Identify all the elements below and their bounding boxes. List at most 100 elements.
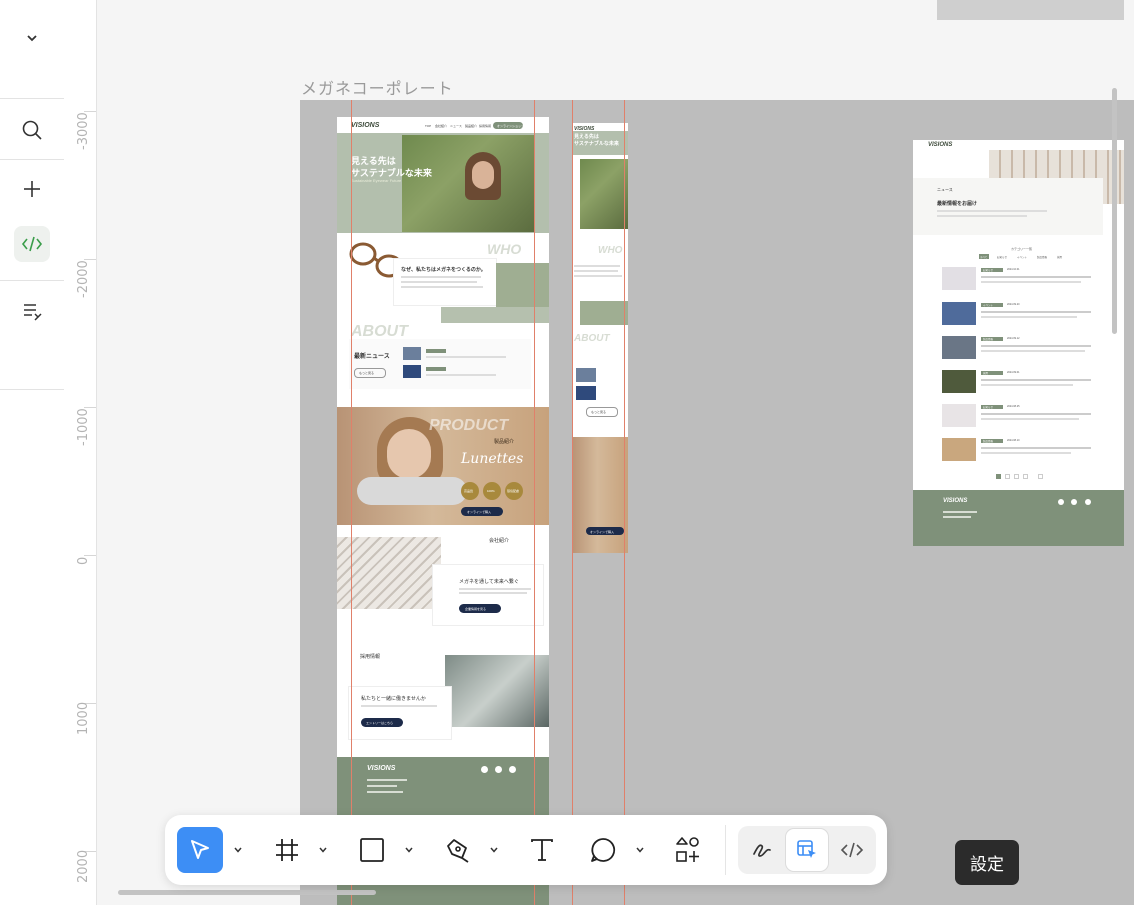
mock-logo: VISIONS — [351, 122, 380, 129]
mock-text-line — [981, 447, 1091, 449]
mock-nav-item: ニュース — [450, 124, 462, 128]
divider — [0, 280, 64, 281]
actions-tool-icon[interactable] — [665, 827, 711, 873]
mock-text-line — [361, 705, 437, 707]
mock-company-card — [433, 565, 543, 625]
mock-text-line — [981, 281, 1081, 283]
mock-news-item-date: 2024.08.25 — [1007, 405, 1020, 408]
mock-news-tab: 採用 — [1057, 256, 1063, 259]
ruler-label: 1000 — [76, 701, 91, 735]
ruler-label: -2000 — [76, 260, 91, 298]
mock-product-person-face — [387, 429, 431, 479]
offscreen-frame[interactable] — [937, 0, 1124, 20]
mock-news-item-date: 2024.10.01 — [1007, 268, 1020, 271]
frame-tool-icon[interactable] — [264, 827, 310, 873]
mock-about-heading: なぜ、私たちはメガネをつくるのか。 — [401, 267, 486, 273]
frame-title[interactable]: メガネコーポレート — [301, 75, 454, 99]
mock-text-line — [943, 516, 971, 518]
mock-mobile-about-photo — [580, 301, 628, 325]
mock-news-page-heading: 最新情報をお届け — [937, 201, 978, 207]
artboard-frame[interactable]: VISIONS TOP 会社紹介 ニュース 製品紹介 採用情報 オンラインショッ… — [300, 100, 1134, 905]
mock-text-line — [367, 785, 397, 787]
mock-text-line — [943, 511, 977, 513]
mock-who-label: WHO — [487, 241, 522, 257]
mock-mobile-shop-button-label: オンラインで購入 — [590, 530, 615, 534]
mock-news-footer-logo: VISIONS — [943, 498, 968, 504]
layout-guide-line — [572, 100, 573, 905]
pen-tool-icon[interactable] — [435, 827, 481, 873]
pen-tool-chevron-down-icon[interactable] — [487, 843, 501, 857]
text-tool-icon[interactable] — [519, 827, 565, 873]
news-page-mockup[interactable]: VISIONS ニュース 最新情報をお届け カテゴリー一覧 すべて お知らせ イ… — [913, 140, 1124, 546]
vertical-scrollbar[interactable] — [1112, 88, 1117, 334]
mock-news-thumb — [403, 365, 421, 378]
mock-text-line — [367, 791, 403, 793]
toolbar-divider — [725, 825, 726, 875]
ruler-label: 2000 — [76, 849, 91, 883]
mock-product-label: PRODUCT — [429, 417, 509, 434]
dev-mode-code-icon[interactable] — [831, 829, 873, 871]
move-tool-chevron-down-icon[interactable] — [231, 843, 245, 857]
mock-product-person-sweater — [357, 477, 467, 505]
mock-news-tab: お知らせ — [997, 256, 1007, 259]
mock-recruit-label: 採用情報 — [360, 654, 381, 660]
mock-product-section-label: 製品紹介 — [494, 439, 515, 445]
mock-text-line — [981, 418, 1079, 420]
mock-nav-cta-label: オンラインショップ — [497, 124, 525, 128]
layout-guide-line — [534, 100, 535, 905]
mock-news-section — [349, 339, 531, 389]
left-toolbar — [0, 0, 65, 905]
frame-tool-chevron-down-icon[interactable] — [316, 843, 330, 857]
mock-text-line — [401, 276, 481, 278]
mock-mobile-about: ABOUT — [574, 333, 610, 344]
mock-company-button-label: 企業情報を見る — [465, 607, 487, 611]
mode-switcher — [738, 826, 876, 874]
mock-text-line — [459, 592, 527, 594]
mobile-page-mockup[interactable]: VISIONS 見える先は サステナブルな未来 WHO ABOUT もっと見る … — [572, 123, 628, 553]
ruler-label: -1000 — [76, 408, 91, 446]
mock-news-item-thumb — [942, 302, 976, 325]
mock-nav-item: 会社紹介 — [435, 124, 448, 128]
mock-text-line — [981, 316, 1077, 318]
mock-text-line — [401, 281, 477, 283]
mock-news-tag — [426, 349, 446, 353]
mock-news-tag — [426, 367, 446, 371]
mock-mobile-hero-line1: 見える先は — [574, 134, 599, 140]
mock-news-item-thumb — [942, 370, 976, 393]
mock-news-more-label: もっと見る — [359, 371, 375, 375]
design-canvas[interactable]: メガネコーポレート VISIONS TOP 会社紹介 ニュース 製品紹介 採用情… — [97, 0, 1134, 905]
mock-hero-person-face — [472, 161, 494, 189]
ruler-label: -3000 — [76, 112, 91, 150]
ruler-label: 0 — [76, 556, 91, 565]
comment-tool-icon[interactable] — [580, 827, 626, 873]
mock-text-line — [981, 345, 1091, 347]
mock-text-line — [426, 374, 496, 376]
mock-news-item-tag-label: 製品情報 — [983, 440, 994, 443]
rectangle-tool-icon[interactable] — [349, 827, 395, 873]
draw-mode-icon[interactable] — [741, 829, 783, 871]
mock-news-item-tag-label: 採用 — [983, 372, 989, 375]
mock-about-photo — [496, 263, 549, 307]
collapse-chevron-down-icon[interactable] — [14, 20, 50, 56]
mock-text-line — [981, 452, 1071, 454]
code-icon[interactable] — [14, 226, 50, 262]
mock-news-categories-title: カテゴリー一覧 — [1011, 247, 1033, 251]
search-icon[interactable] — [14, 112, 50, 148]
mock-mobile-hero-line2: サステナブルな未来 — [574, 141, 619, 147]
horizontal-scrollbar[interactable] — [118, 890, 376, 895]
facebook-icon — [481, 766, 488, 773]
mock-text-line — [426, 356, 506, 358]
comment-tool-chevron-down-icon[interactable] — [633, 843, 647, 857]
facebook-icon — [1058, 499, 1064, 505]
rectangle-tool-chevron-down-icon[interactable] — [402, 843, 416, 857]
mock-nav-item: 製品紹介 — [465, 124, 478, 128]
mock-news-item-date: 2024.09.20 — [1007, 303, 1020, 306]
plus-icon[interactable] — [14, 171, 50, 207]
mock-about-strip — [441, 307, 549, 323]
x-icon — [509, 766, 516, 773]
desktop-page-mockup[interactable]: VISIONS TOP 会社紹介 ニュース 製品紹介 採用情報 オンラインショッ… — [337, 117, 549, 905]
layers-list-icon[interactable] — [14, 293, 50, 329]
design-mode-icon[interactable] — [786, 829, 828, 871]
mock-news-item-date: 2024.08.10 — [1007, 439, 1020, 442]
move-tool-icon[interactable] — [177, 827, 223, 873]
